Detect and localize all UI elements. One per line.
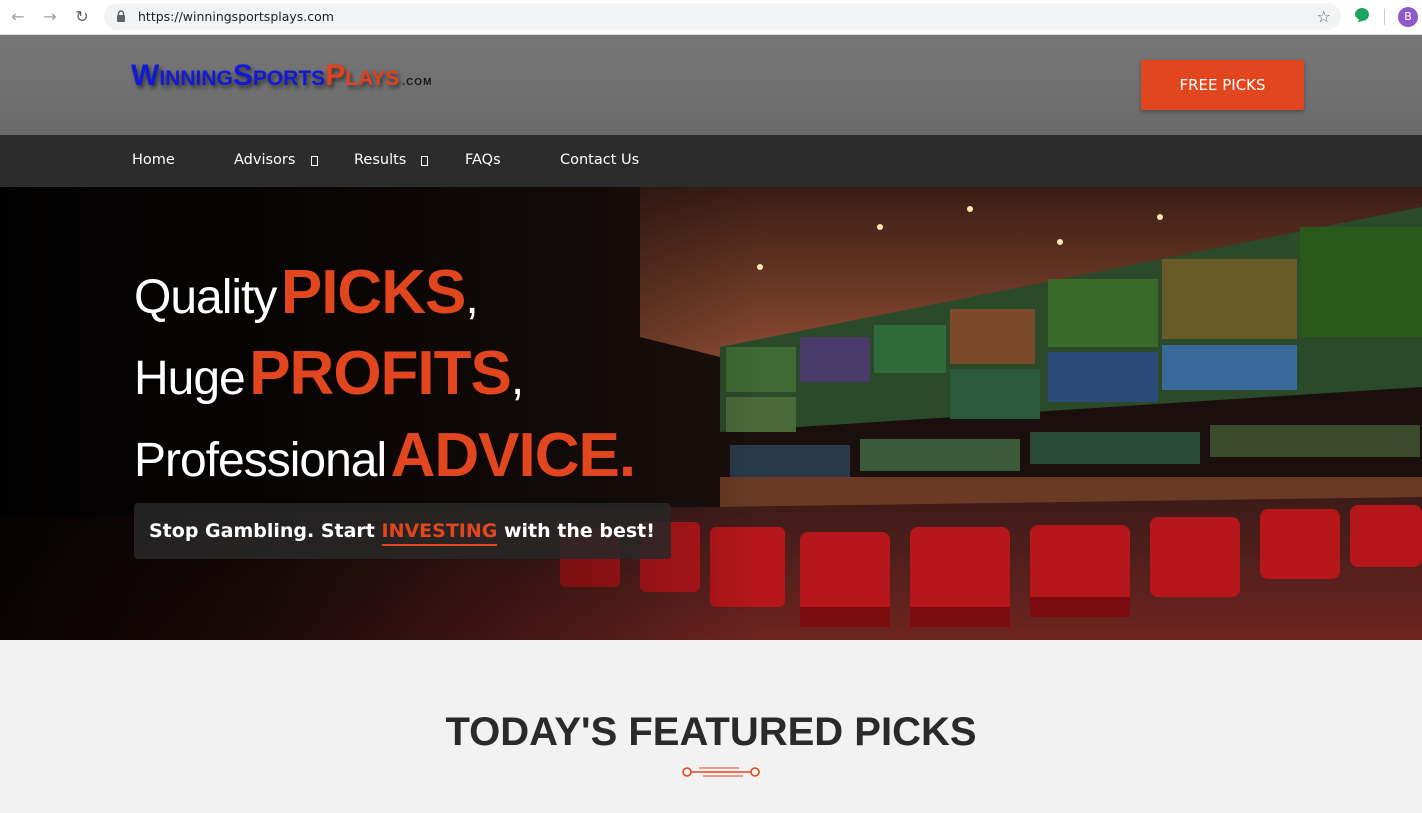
hero-tagline: Stop Gambling. Start INVESTING with the …	[134, 503, 671, 559]
bookmark-star-icon[interactable]: ☆	[1317, 7, 1331, 26]
hero-dark-overlay	[0, 187, 760, 640]
logo-suffix: .COM	[402, 77, 433, 88]
logo-text: PORTS	[252, 67, 326, 90]
headline-text: Professional	[134, 434, 387, 487]
headline-accent: ADVICE.	[390, 421, 636, 490]
headline-text: Huge	[134, 352, 246, 405]
profile-avatar[interactable]: B	[1398, 7, 1418, 27]
hero-headline-line-2: Huge PROFITS,	[134, 338, 524, 409]
tagline-text: with the best!	[497, 520, 655, 542]
toolbar-separator	[1384, 9, 1385, 25]
reload-icon[interactable]: ↻	[72, 7, 92, 27]
dropdown-toggle-icon[interactable]	[421, 156, 428, 166]
free-picks-button[interactable]: FREE PICKS	[1141, 60, 1304, 110]
nav-item-faqs[interactable]: FAQs	[465, 152, 501, 168]
nav-item-results[interactable]: Results	[354, 152, 406, 168]
address-bar[interactable]: https://winningsportsplays.com ☆	[104, 3, 1341, 30]
section-title: TODAY'S FEATURED PICKS	[445, 710, 977, 754]
browser-toolbar: ← → ↻ https://winningsportsplays.com ☆ B	[0, 0, 1422, 35]
back-arrow-icon[interactable]: ←	[8, 7, 28, 27]
hero-banner: Quality PICKS, Huge PROFITS, Professiona…	[0, 187, 1422, 640]
logo-text: LAYS	[345, 67, 400, 90]
forward-arrow-icon[interactable]: →	[40, 7, 60, 27]
site-logo[interactable]: WINNINGSPORTSPLAYS .COM	[131, 59, 432, 99]
site-header: WINNINGSPORTSPLAYS .COM FREE PICKS	[0, 35, 1422, 135]
hero-headline-line-1: Quality PICKS,	[134, 257, 479, 328]
featured-picks-section: TODAY'S FEATURED PICKS	[0, 640, 1422, 813]
hero-headline-line-3: Professional ADVICE.	[134, 420, 636, 491]
nav-item-advisors[interactable]: Advisors	[234, 152, 295, 168]
dropdown-toggle-icon[interactable]	[311, 156, 318, 166]
logo-text: INNING	[159, 67, 233, 90]
lock-icon	[117, 10, 125, 22]
nav-item-contact-us[interactable]: Contact Us	[560, 152, 639, 168]
logo-letter: P	[325, 59, 346, 92]
nav-item-home[interactable]: Home	[132, 152, 175, 168]
extension-icon[interactable]	[1354, 7, 1370, 23]
title-divider-ornament	[682, 767, 760, 777]
headline-accent: PROFITS	[249, 339, 512, 408]
url-text: https://winningsportsplays.com	[138, 9, 334, 24]
headline-text: Quality	[134, 271, 277, 324]
logo-letter: W	[131, 59, 160, 92]
tagline-text: Stop Gambling. Start	[149, 520, 382, 542]
main-nav: Home Advisors Results FAQs Contact Us	[0, 135, 1422, 187]
headline-accent: PICKS	[280, 258, 466, 327]
headline-punctuation: ,	[510, 352, 525, 405]
headline-punctuation: ,	[465, 271, 479, 324]
tagline-highlight: INVESTING	[381, 520, 498, 546]
logo-letter: S	[232, 59, 253, 92]
